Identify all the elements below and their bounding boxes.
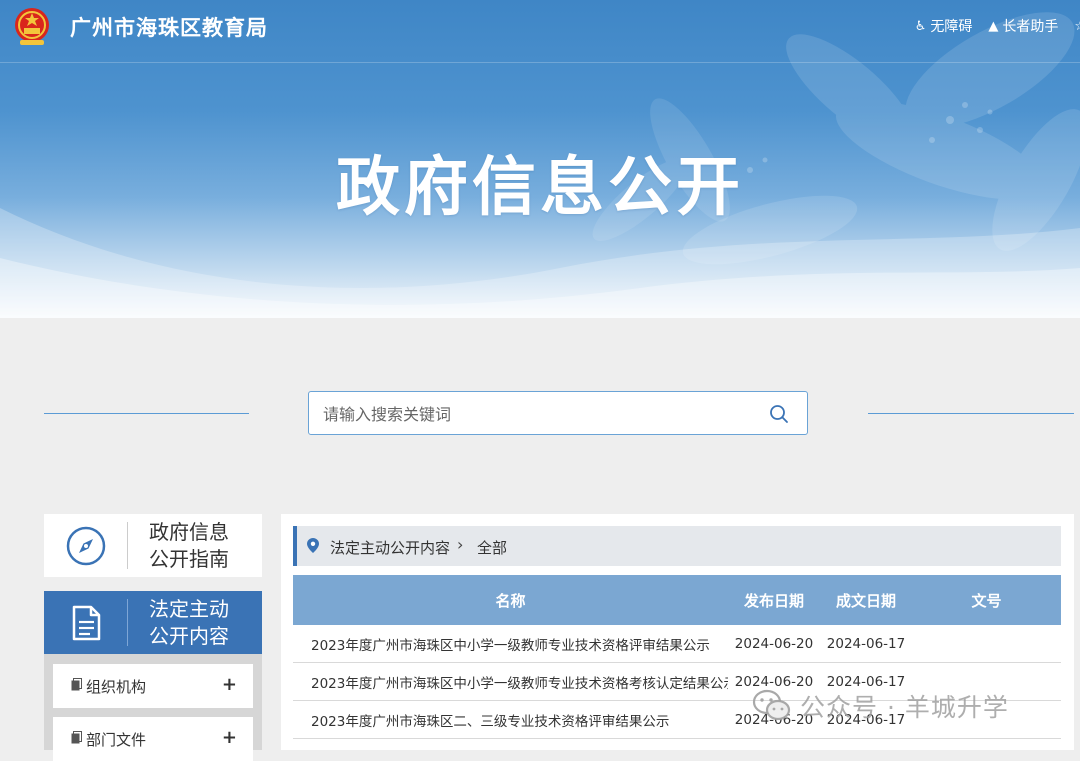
header-banner: 广州市海珠区教育局 ♿ 无障碍 ▲ 长者助手 ☆ 政府信息公开 — [0, 0, 1080, 318]
document-title-link[interactable]: 2023年度广州市海珠区中小学一级教师专业技术资格考核认定结果公示 — [293, 662, 728, 701]
separator — [127, 522, 128, 569]
sidebar-item-organization[interactable]: 组织机构 + — [53, 664, 253, 708]
written-date: 2024-06-17 — [820, 700, 912, 739]
sidebar-item-organization-label: 组织机构 — [86, 678, 147, 696]
expand-icon[interactable]: + — [222, 727, 237, 748]
publish-date: 2024-06-20 — [728, 625, 820, 663]
publish-date: 2024-06-20 — [728, 700, 820, 739]
search-input[interactable] — [309, 392, 765, 436]
compass-icon — [66, 526, 106, 566]
written-date: 2024-06-17 — [820, 625, 912, 663]
top-bar: 广州市海珠区教育局 ♿ 无障碍 ▲ 长者助手 ☆ — [0, 0, 1080, 63]
search-icon[interactable] — [769, 404, 789, 424]
elder-helper-icon: ▲ — [988, 18, 999, 34]
elder-helper-label: 长者助手 — [1002, 19, 1059, 35]
accessibility-label: 无障碍 — [930, 19, 973, 35]
breadcrumb-current: 全部 — [477, 539, 508, 557]
document-title-link[interactable]: 2023年度广州市海珠区二、三级专业技术资格评审结果公示 — [293, 700, 728, 739]
sidebar-item-guide[interactable]: 政府信息 公开指南 — [44, 514, 262, 577]
publish-date: 2024-06-20 — [728, 662, 820, 701]
sidebar-item-active-label: 法定主动 公开内容 — [149, 597, 229, 648]
location-pin-icon — [307, 538, 319, 553]
document-title-link[interactable]: 2023年度广州市海珠区中小学一级教师专业技术资格评审结果公示 — [293, 625, 728, 663]
divider-right — [868, 413, 1074, 414]
doc-number — [912, 662, 1061, 701]
table-row[interactable]: 2023年度广州市海珠区中小学一级教师专业技术资格考核认定结果公示 2024-0… — [293, 662, 1061, 701]
table-header-row: 名称 发布日期 成文日期 文号 — [293, 575, 1061, 625]
column-header-publish-date: 发布日期 — [728, 575, 820, 625]
sidebar-item-active-disclosure[interactable]: 法定主动 公开内容 — [44, 591, 262, 654]
breadcrumb-section[interactable]: 法定主动公开内容 — [330, 537, 450, 558]
table-row[interactable]: 2023年度广州市海珠区中小学一级教师专业技术资格评审结果公示 2024-06-… — [293, 625, 1061, 663]
column-header-name: 名称 — [293, 575, 728, 625]
file-icon — [71, 731, 82, 744]
document-table: 名称 发布日期 成文日期 文号 2023年度广州市海珠区中小学一级教师专业技术资… — [293, 575, 1061, 739]
file-icon — [71, 678, 82, 691]
sidebar-submenu: 组织机构 + 部门文件 + — [44, 654, 262, 761]
breadcrumb-separator: › — [457, 535, 464, 554]
sidebar-item-department-files-label: 部门文件 — [86, 731, 147, 749]
star-icon: ☆ — [1074, 19, 1080, 34]
header-tools: ♿ 无障碍 ▲ 长者助手 ☆ — [915, 16, 1080, 36]
accessibility-icon: ♿ — [914, 18, 927, 34]
expand-icon[interactable]: + — [222, 674, 237, 695]
divider-left — [44, 413, 249, 414]
table-row[interactable]: 2023年度广州市海珠区二、三级专业技术资格评审结果公示 2024-06-20 … — [293, 700, 1061, 739]
accessibility-button[interactable]: ♿ 无障碍 — [915, 16, 973, 36]
column-header-doc-number: 文号 — [912, 575, 1061, 625]
search-box — [308, 391, 808, 436]
document-icon — [72, 605, 101, 641]
site-title[interactable]: 广州市海珠区教育局 — [70, 12, 268, 42]
written-date: 2024-06-17 — [820, 662, 912, 701]
separator — [127, 599, 128, 646]
sidebar-item-guide-label: 政府信息 公开指南 — [149, 520, 229, 571]
elder-helper-button[interactable]: ▲ 长者助手 — [988, 16, 1058, 36]
doc-number — [912, 700, 1061, 739]
breadcrumb: 法定主动公开内容 › 全部 — [293, 526, 1061, 566]
national-emblem-icon — [15, 8, 49, 45]
column-header-written-date: 成文日期 — [820, 575, 912, 625]
favorite-button[interactable]: ☆ — [1074, 16, 1080, 36]
doc-number — [912, 625, 1061, 663]
sidebar-item-department-files[interactable]: 部门文件 + — [53, 717, 253, 761]
hero-title: 政府信息公开 — [336, 151, 744, 225]
